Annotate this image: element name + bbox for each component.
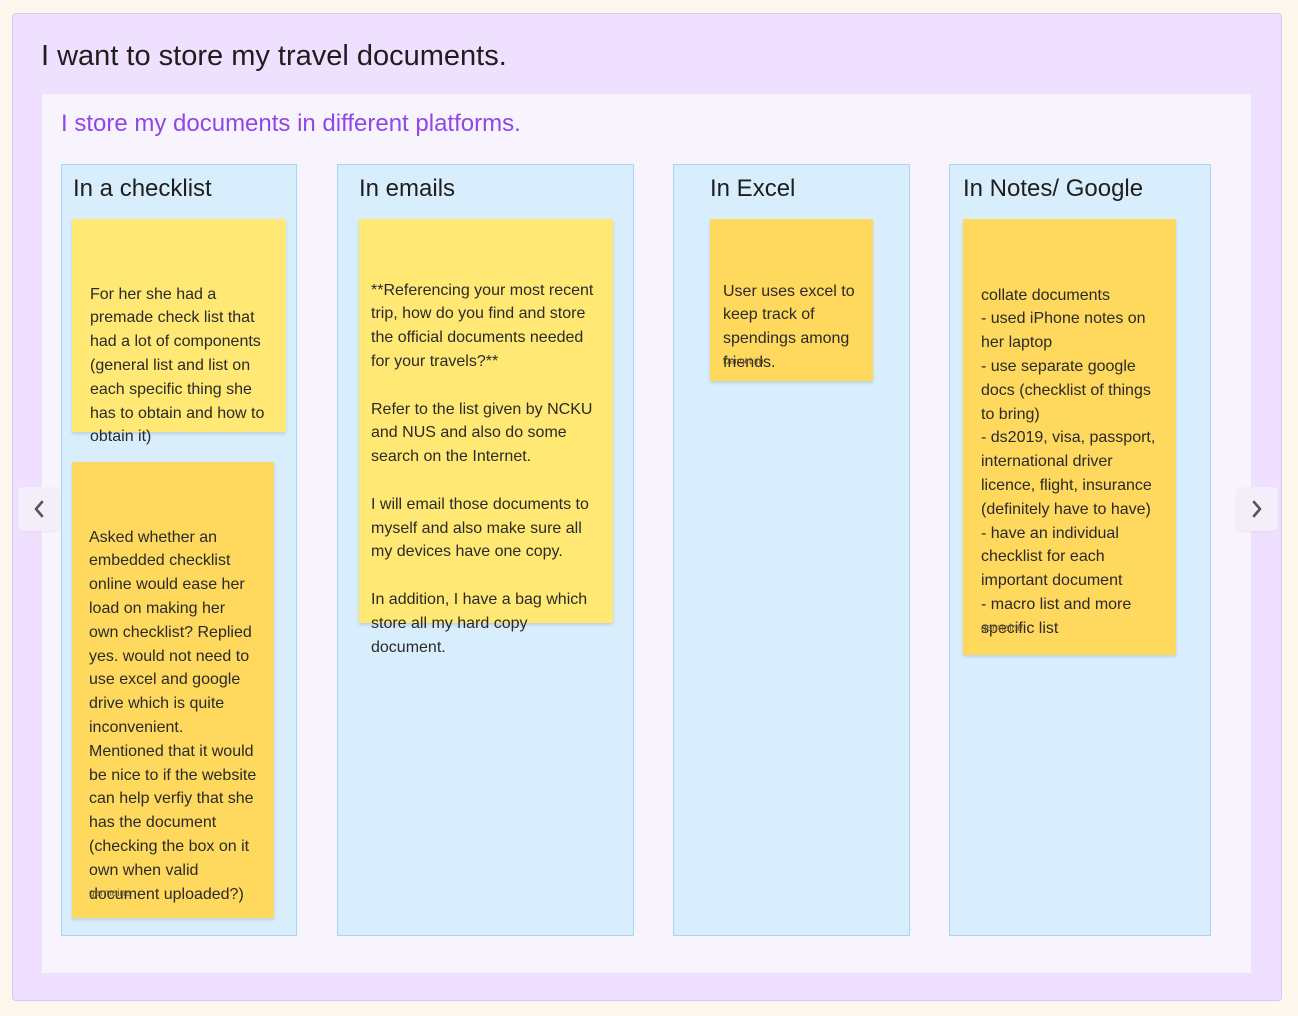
sticky-note-author: germaine [89, 888, 131, 899]
column-checklist[interactable]: In a checklist For her she had a premade… [61, 164, 297, 936]
group-title: I store my documents in different platfo… [61, 110, 521, 137]
chevron-right-icon [1252, 500, 1262, 518]
chevron-left-icon [34, 500, 44, 518]
sticky-note[interactable]: Asked whether an embedded checklist onli… [72, 462, 274, 918]
sticky-note-text: collate documents - used iPhone notes on… [981, 286, 1156, 637]
column-notes-google[interactable]: In Notes/ Google collate documents - use… [949, 164, 1211, 936]
column-excel[interactable]: In Excel User uses excel to keep track o… [673, 164, 910, 936]
sticky-note[interactable]: User uses excel to keep track of spendin… [710, 219, 873, 381]
sticky-note-text: For her she had a premade check list tha… [90, 285, 269, 446]
sticky-note[interactable]: For her she had a premade check list tha… [72, 219, 286, 445]
column-title: In a checklist [73, 175, 212, 202]
frame-title: I want to store my travel documents. [41, 40, 507, 72]
prev-button[interactable] [18, 487, 60, 531]
group-section[interactable]: I store my documents in different platfo… [41, 93, 1252, 974]
sticky-note-text: **Referencing your most recent trip, how… [371, 281, 594, 656]
sticky-note[interactable]: collate documents - used iPhone notes on… [963, 219, 1176, 655]
sticky-note[interactable]: **Referencing your most recent trip, how… [359, 219, 613, 656]
column-title: In Notes/ Google [963, 175, 1144, 202]
board-frame[interactable]: I want to store my travel documents. I s… [12, 13, 1282, 1001]
sticky-note-author: Danqi Lim [723, 356, 764, 366]
sticky-note-text: Asked whether an embedded checklist onli… [89, 528, 261, 903]
column-title: In Excel [710, 175, 796, 202]
column-emails[interactable]: In emails **Referencing your most recent… [337, 164, 634, 936]
sticky-note-author: germaine [981, 623, 1023, 634]
next-button[interactable] [1236, 487, 1278, 531]
column-title: In emails [359, 175, 456, 202]
